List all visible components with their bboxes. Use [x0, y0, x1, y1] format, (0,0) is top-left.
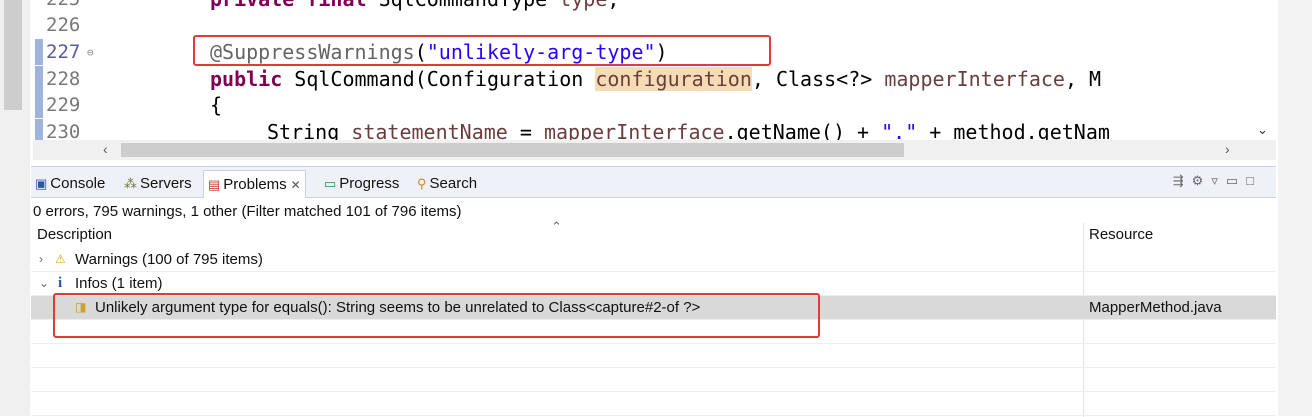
line-number: 227 [46, 41, 81, 63]
expand-chevron-icon[interactable]: › [39, 248, 43, 271]
code-line-225: 225 private final SqlCommandType type; [33, 0, 1276, 12]
code-editor[interactable]: 225 private final SqlCommandType type; 2… [33, 0, 1276, 160]
table-row-warnings[interactable]: › ⚠ Warnings (100 of 795 items) [31, 248, 1276, 272]
problems-icon: ▤ [208, 177, 221, 192]
resource-cell: MapperMethod.java [1089, 299, 1222, 316]
problems-panel: ▣ Console ⁂ Servers ▤ Problems ✕ ▭ Progress ⚲… [31, 166, 1276, 417]
annotation-marker [35, 66, 43, 92]
line-number: 225 [46, 0, 106, 12]
highlight-box-annotation [193, 35, 771, 66]
filter-icon[interactable]: ⇶ [1173, 173, 1192, 188]
highlight-box-problem [53, 293, 820, 338]
info-icon: i [58, 275, 63, 291]
console-icon: ▣ [35, 176, 48, 191]
code-line-229: 229 { [33, 92, 1276, 118]
code-line-228: 228 public SqlCommand(Configuration conf… [33, 66, 1276, 92]
table-row-empty [31, 392, 1276, 416]
collapse-chevron-icon[interactable]: ⌄ [39, 272, 49, 295]
column-header-description[interactable]: Description [37, 223, 112, 247]
tab-search[interactable]: ⚲ Search [417, 173, 477, 195]
maximize-icon[interactable]: □ [1246, 173, 1262, 188]
tab-progress[interactable]: ▭ Progress [324, 173, 399, 195]
line-number: 226 [46, 14, 81, 36]
left-gutter [0, 0, 30, 416]
editor-horizontal-scrollbar[interactable]: ‹ › [33, 140, 1276, 160]
search-icon: ⚲ [417, 176, 427, 191]
line-number: 229 [46, 94, 81, 116]
view-tab-bar: ▣ Console ⁂ Servers ▤ Problems ✕ ▭ Progress ⚲… [31, 167, 1276, 198]
scroll-right-icon[interactable]: › [1225, 141, 1230, 157]
line-number: 228 [46, 68, 81, 90]
minimize-icon[interactable]: ▭ [1226, 173, 1246, 188]
scroll-down-chevron-icon[interactable]: ⌄ [1257, 122, 1268, 138]
column-header-resource[interactable]: Resource [1089, 223, 1153, 247]
scrollbar-thumb[interactable] [121, 143, 904, 157]
warning-icon: ⚠ [55, 252, 66, 266]
servers-icon: ⁂ [124, 176, 137, 191]
settings-icon[interactable]: ⚙ [1192, 173, 1212, 188]
fold-icon[interactable]: ⊖ [87, 40, 94, 66]
view-toolbar: ⇶⚙▿▭□ [1173, 173, 1262, 189]
tab-problems[interactable]: ▤ Problems ✕ [203, 170, 306, 198]
annotation-marker [35, 39, 43, 65]
right-gutter [1278, 0, 1312, 416]
code-text: private final SqlCommandType type; [210, 0, 619, 12]
tab-servers[interactable]: ⁂ Servers [124, 173, 192, 195]
code-text: public SqlCommand(Configuration configur… [210, 67, 1102, 91]
tab-console[interactable]: ▣ Console [35, 173, 105, 195]
view-menu-chevron-down-icon[interactable]: ▿ [1211, 173, 1226, 188]
table-row-empty [31, 344, 1276, 368]
sort-caret-icon: ⌃ [551, 219, 562, 234]
code-text: { [210, 93, 223, 117]
problems-summary: 0 errors, 795 warnings, 1 other (Filter … [33, 203, 462, 220]
table-row-empty [31, 368, 1276, 392]
close-icon[interactable]: ✕ [291, 178, 301, 192]
annotation-marker [35, 92, 43, 118]
scroll-left-icon[interactable]: ‹ [103, 141, 108, 157]
progress-icon: ▭ [324, 176, 337, 191]
left-gutter-scroll[interactable] [4, 0, 22, 110]
